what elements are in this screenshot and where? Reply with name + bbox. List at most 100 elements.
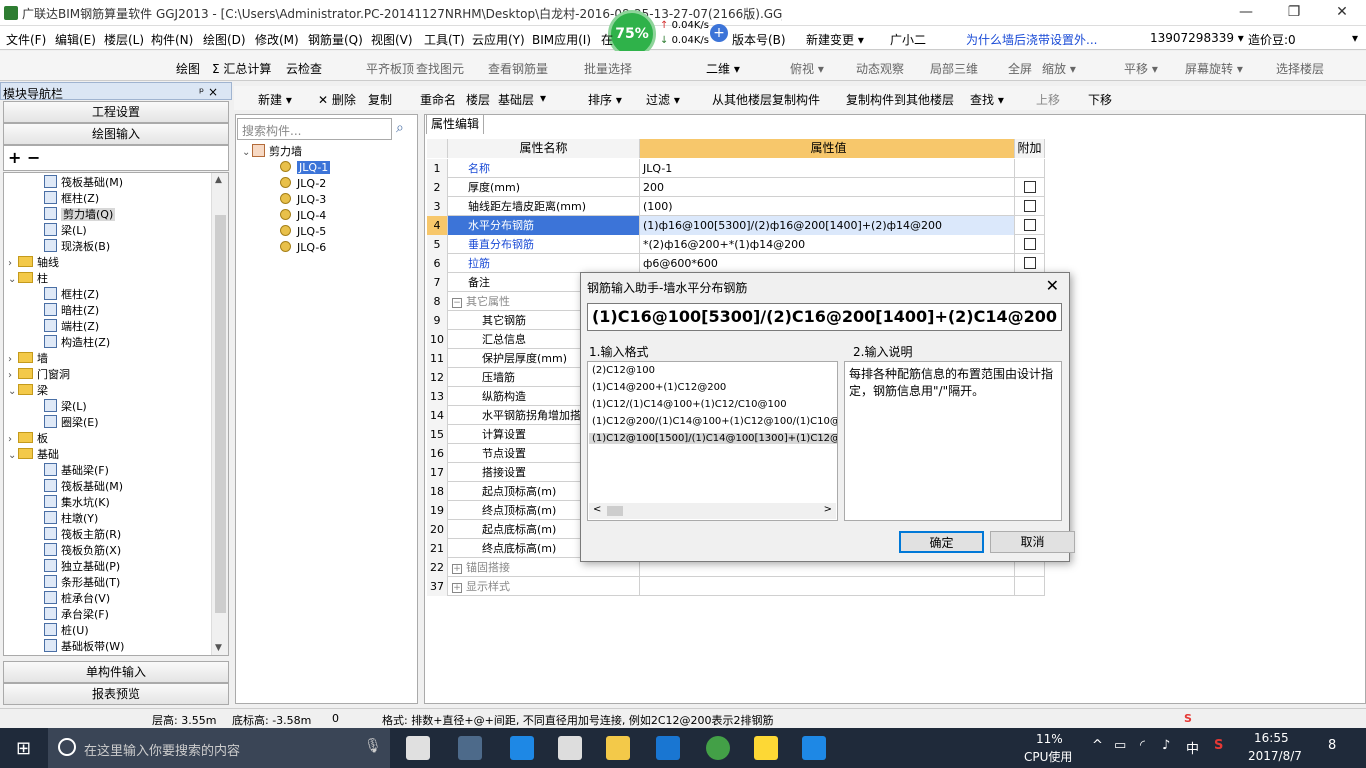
nav-tree-item[interactable]: 承台梁(F) [44,607,109,622]
plus-icon[interactable]: + [710,24,728,42]
property-value[interactable]: (1)ф16@100[5300]/(2)ф16@200[1400]+(2)ф14… [640,216,1015,235]
nav-tree-item[interactable]: 梁(L) [44,399,87,414]
component-toolbar-button[interactable]: 楼层 [466,91,490,108]
expand-arrow-icon[interactable]: ⌄ [8,384,18,399]
taskbar-search[interactable]: 在这里输入你要搜索的内容 🎙 [48,728,390,768]
nav-tree-item[interactable]: 基础板带(W) [44,639,124,654]
expand-arrow-icon[interactable]: › [8,368,18,383]
property-row[interactable]: 37 + 显示样式 [427,577,1045,596]
group-toggle-icon[interactable]: − [452,298,462,308]
cancel-button[interactable]: 取消 [990,531,1075,553]
checkbox[interactable] [1023,219,1036,231]
toolbar-button[interactable]: 批量选择 [584,60,632,77]
project-settings-button[interactable]: 工程设置 [3,101,229,123]
property-extra[interactable] [1015,235,1045,254]
microphone-icon[interactable]: 🎙 [364,738,382,754]
format-item[interactable]: (1)C12@200/(1)C14@100+(1)C12@100/(1)C10@… [592,416,837,427]
nav-tree-item[interactable]: 构造柱(Z) [44,335,110,350]
edge-icon[interactable] [510,736,534,760]
pin-close-icon[interactable]: ᵖ × [199,85,218,99]
toolbar-button[interactable]: 选择楼层 [1276,60,1324,77]
component-toolbar-button[interactable]: 重命名 [420,91,456,108]
expand-arrow-icon[interactable]: › [8,256,18,271]
format-hscrollbar[interactable]: < > [589,503,836,519]
active-app-icon[interactable] [802,736,826,760]
volume-icon[interactable]: ♪ [1162,738,1170,753]
nav-tree-item[interactable]: 基础梁(F) [44,463,109,478]
toolbar-button[interactable]: 二维 ▾ [706,60,740,77]
component-toolbar-button[interactable]: 基础层 [498,91,534,108]
ok-button[interactable]: 确定 [899,531,984,553]
group-toggle-icon[interactable]: + [452,583,462,593]
component-toolbar-button[interactable]: 查找 ▾ [970,91,1004,108]
report-preview-button[interactable]: 报表预览 [3,683,229,705]
toolbar-button[interactable]: 俯视 ▾ [790,60,824,77]
toolbar-button[interactable]: 查看钢筋量 [488,60,548,77]
property-value[interactable]: ф6@600*600 [640,254,1015,273]
toolbar-button[interactable]: 动态观察 [856,60,904,77]
toolbar-button[interactable]: 平齐板顶 [366,60,414,77]
taskview-icon[interactable] [406,736,430,760]
nav-tree-item[interactable]: 桩承台(V) [44,591,110,606]
nav-tree-item[interactable]: 暗柱(Z) [44,303,99,318]
menu-right-item[interactable]: 版本号(B) [732,31,786,48]
scroll-down-icon[interactable]: ▼ [215,643,222,653]
nav-tree-item[interactable]: 筏板负筋(X) [44,543,121,558]
nav-tree-item[interactable]: ⌄ 梁 [8,383,48,398]
network-icon[interactable]: ▭ [1114,738,1126,753]
component-toolbar-button[interactable]: 上移 [1036,91,1060,108]
taskbar-search-input[interactable]: 在这里输入你要搜索的内容 [84,740,240,759]
tray-expand-icon[interactable]: ^ [1092,738,1103,753]
component-toolbar-button[interactable]: 从其他楼层复制构件 [712,91,820,108]
menu-item[interactable]: 修改(M) [255,31,299,48]
expand-arrow-icon[interactable]: › [8,352,18,367]
format-item[interactable]: (1)C12@100[1500]/(1)C14@100[1300]+(1)C12… [589,433,837,444]
format-item[interactable]: (1)C12/(1)C14@100+(1)C12/C10@100 [592,399,787,410]
property-extra[interactable] [1015,159,1045,178]
component-toolbar-button[interactable]: 新建 ▾ [258,91,292,108]
component-item[interactable]: JLQ-4 [280,208,326,223]
close-button[interactable]: ✕ [1322,2,1362,22]
minimize-button[interactable]: — [1226,2,1266,22]
hscroll-thumb[interactable] [607,506,623,516]
wifi-icon[interactable]: ◜ [1140,738,1145,753]
glodon-icon[interactable] [656,736,680,760]
dialog-close-icon[interactable]: ✕ [1046,276,1059,295]
menu-right-item[interactable]: 广小二 [890,31,926,48]
menu-item[interactable]: 楼层(L) [104,31,144,48]
rebar-formula-input[interactable]: (1)C16@100[5300]/(2)C16@200[1400]+(2)C14… [587,303,1062,331]
menu-item[interactable]: 在 [601,31,613,48]
toolbar-button[interactable]: 查找图元 [416,60,464,77]
nav-tree-item[interactable]: › 板 [8,431,48,446]
tab-property-edit[interactable]: 属性编辑 [426,114,484,134]
search-icon[interactable]: ⌕ [396,120,412,136]
component-toolbar-button[interactable]: 复制构件到其他楼层 [846,91,954,108]
checkbox[interactable] [1023,181,1036,193]
component-item[interactable]: JLQ-6 [280,240,326,255]
component-toolbar-button[interactable]: 过滤 ▾ [646,91,680,108]
component-toolbar-button[interactable]: ▾ [540,91,546,105]
group-toggle-icon[interactable]: + [452,564,462,574]
nav-tree-item[interactable]: ⌄ 柱 [8,271,48,286]
nav-scrollbar[interactable]: ▲ ▼ [211,173,228,655]
nav-tree-item[interactable]: 独立基础(P) [44,559,120,574]
nav-tree-item[interactable]: › 轴线 [8,255,59,270]
toolbar-button[interactable]: 缩放 ▾ [1042,60,1076,77]
toolbar-button[interactable]: 云检查 [286,60,322,77]
property-extra[interactable] [1015,254,1045,273]
property-value[interactable]: *(2)ф16@200+*(1)ф14@200 [640,235,1015,254]
nav-tree-item[interactable]: 剪力墙(Q) [44,207,116,222]
nav-tree-item[interactable]: ⌄ 基础 [8,447,59,462]
scroll-right-icon[interactable]: > [824,504,832,515]
nav-tree-item[interactable]: 条形基础(T) [44,575,120,590]
property-value[interactable]: (100) [640,197,1015,216]
sogou-tray-icon[interactable]: S [1214,738,1223,753]
component-item[interactable]: JLQ-1 [280,160,331,175]
nav-tree-item[interactable]: 框柱(Z) [44,191,99,206]
toolbar-button[interactable]: 全屏 [1008,60,1032,77]
format-listbox[interactable]: (2)C12@100 (1)C14@200+(1)C12@200 (1)C12/(1… [587,361,838,521]
nav-tree-item[interactable]: 现浇板(B) [44,239,110,254]
property-row[interactable]: 6 拉筋 ф6@600*600 [427,254,1045,273]
property-extra[interactable] [1015,178,1045,197]
component-item[interactable]: JLQ-5 [280,224,326,239]
